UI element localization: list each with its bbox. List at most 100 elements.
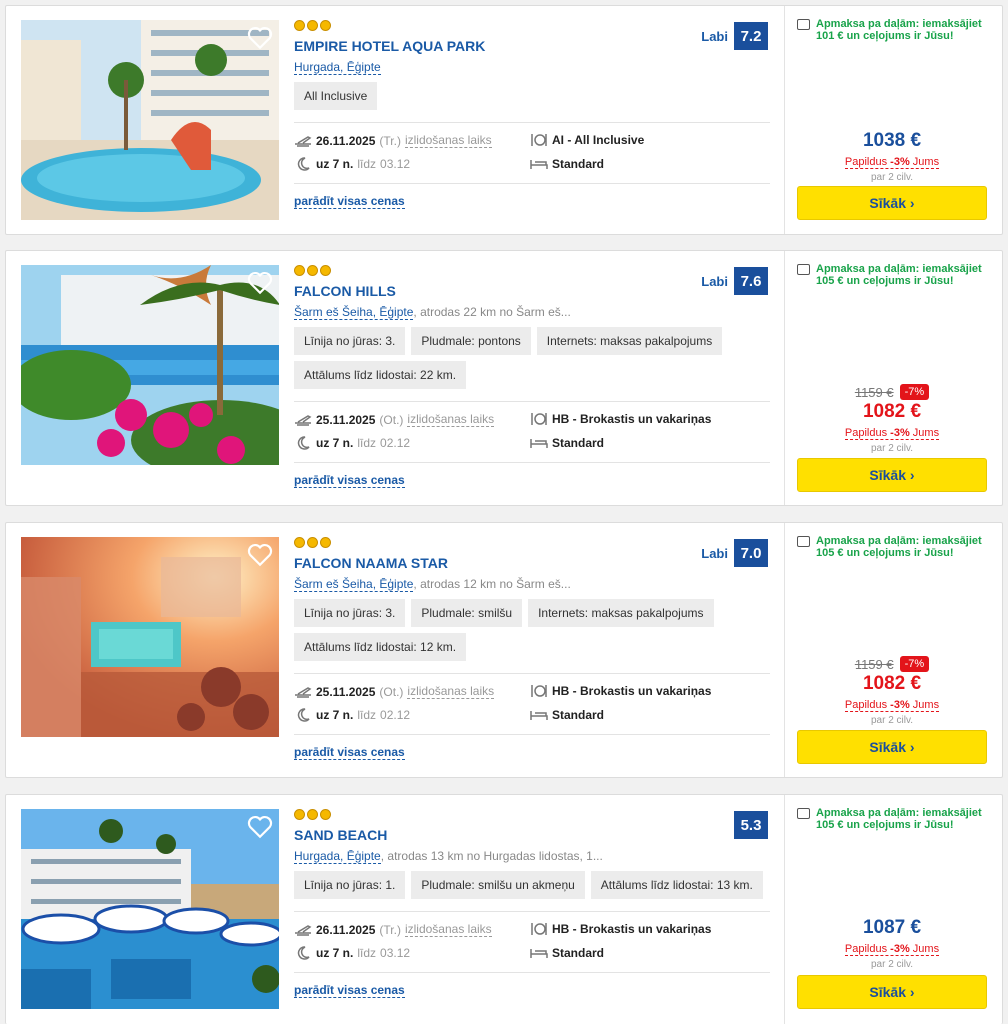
hotel-name[interactable]: EMPIRE HOTEL AQUA PARK — [294, 38, 770, 54]
hotel-location: Hurgada, Ēģipte — [294, 60, 770, 75]
hotel-photo[interactable] — [21, 20, 279, 220]
departure-label[interactable]: izlidošanas laiks — [404, 133, 492, 148]
show-all-prices-link[interactable]: parādīt visas cenas — [294, 473, 405, 488]
departure-label[interactable]: izlidošanas laiks — [407, 412, 495, 427]
room-type: Standard — [552, 708, 605, 722]
location-link[interactable]: Šarm eš Šeiha, Ēģipte — [294, 577, 414, 592]
star-icon — [307, 809, 318, 820]
price: 1087 € — [862, 917, 922, 938]
installment-note: Apmaksa pa daļām: iemaksājiet 105 € un c… — [797, 807, 997, 831]
tag: Attālums līdz lidostai: 13 km. — [590, 871, 763, 899]
rating-label: Labi — [701, 545, 728, 561]
departure-label[interactable]: izlidošanas laiks — [407, 684, 495, 699]
meal-icon — [531, 134, 547, 146]
departure-date: 25.11.2025 — [316, 684, 376, 699]
hotel-location: Hurgada, Ēģipte, atrodas 13 km no Hurgad… — [294, 849, 770, 864]
trip-details: 25.11.2025 (Ot.) izlidošanas laiks uz 7 n.… — [294, 673, 770, 735]
departure-label[interactable]: izlidošanas laiks — [404, 922, 492, 937]
tag-list: All Inclusive — [294, 82, 770, 110]
return-date: 03.12 — [380, 157, 411, 171]
moon-icon — [297, 157, 310, 171]
rating: Labi 7.2 — [701, 22, 768, 50]
rating-label: Labi — [701, 28, 728, 44]
heart-icon[interactable] — [247, 815, 273, 839]
extra-discount[interactable]: Papildus -3% Jums — [844, 943, 940, 956]
moon-icon — [297, 436, 310, 450]
bed-icon — [530, 949, 548, 958]
rating-label: Labi — [701, 273, 728, 289]
details-button[interactable]: Sīkāk › — [797, 975, 987, 1009]
installment-text: Apmaksa pa daļām: iemaksājiet 105 € un c… — [816, 535, 982, 559]
nights: uz 7 n. — [316, 436, 354, 450]
hotel-card: SAND BEACH Hurgada, Ēģipte, atrodas 13 k… — [5, 794, 1003, 1024]
meal-plan: HB - Brokastis un vakariņas — [552, 922, 712, 936]
extra-discount[interactable]: Papildus -3% Jums — [844, 699, 940, 712]
installment-note: Apmaksa pa daļām: iemaksājiet 101 € un c… — [797, 18, 997, 42]
star-icon — [294, 809, 305, 820]
meal-icon — [531, 685, 547, 697]
rating-score: 7.6 — [734, 267, 768, 295]
hotel-name[interactable]: FALCON HILLS — [294, 283, 770, 299]
nights: uz 7 n. — [316, 157, 354, 171]
meal-icon — [531, 923, 547, 935]
location-extra: , atrodas 12 km no Šarm eš... — [413, 577, 571, 591]
show-all-prices-link[interactable]: parādīt visas cenas — [294, 983, 405, 998]
nights: uz 7 n. — [316, 708, 354, 722]
installment-text: Apmaksa pa daļām: iemaksājiet 105 € un c… — [816, 807, 982, 831]
hotel-photo[interactable] — [21, 809, 279, 1009]
heart-icon[interactable] — [247, 543, 273, 567]
tag: Attālums līdz lidostai: 22 km. — [294, 361, 467, 389]
location-link[interactable]: Hurgada, Ēģipte — [294, 849, 381, 864]
star-rating — [294, 20, 770, 34]
room-type: Standard — [552, 436, 605, 450]
wallet-icon — [797, 19, 810, 30]
location-extra: , atrodas 13 km no Hurgadas lidostas, 1.… — [380, 849, 603, 863]
hotel-name[interactable]: FALCON NAAMA STAR — [294, 555, 770, 571]
bed-icon — [530, 439, 548, 448]
discount-badge: -7% — [899, 656, 930, 672]
installment-note: Apmaksa pa daļām: iemaksājiet 105 € un c… — [797, 263, 997, 287]
return-date: 02.12 — [380, 708, 411, 722]
per-people: par 2 cilv. — [870, 959, 914, 970]
departure-weekday: (Ot.) — [379, 684, 404, 699]
tag: Internets: maksas pakalpojums — [536, 327, 723, 355]
rating: Labi 7.0 — [701, 539, 768, 567]
rating-score: 7.0 — [734, 539, 768, 567]
details-button[interactable]: Sīkāk › — [797, 730, 987, 764]
location-link[interactable]: Šarm eš Šeiha, Ēģipte — [294, 305, 414, 320]
show-all-prices-link[interactable]: parādīt visas cenas — [294, 745, 405, 760]
heart-icon[interactable] — [247, 26, 273, 50]
tag: Līnija no jūras: 3. — [294, 327, 406, 355]
star-icon — [294, 20, 305, 31]
star-rating — [294, 809, 770, 823]
wallet-icon — [797, 808, 810, 819]
show-all-prices-link[interactable]: parādīt visas cenas — [294, 194, 405, 209]
heart-icon[interactable] — [247, 271, 273, 295]
tag-list: Līnija no jūras: 3. Pludmale: pontons In… — [294, 327, 770, 389]
star-icon — [320, 809, 331, 820]
details-button[interactable]: Sīkāk › — [797, 186, 987, 220]
tag: Pludmale: pontons — [411, 327, 531, 355]
wallet-icon — [797, 536, 810, 547]
hotel-photo[interactable] — [21, 537, 279, 737]
till-label: līdz — [357, 946, 377, 960]
wallet-icon — [797, 264, 810, 275]
tag: Internets: maksas pakalpojums — [528, 599, 714, 627]
meal-plan: HB - Brokastis un vakariņas — [552, 412, 712, 426]
departure-weekday: (Tr.) — [379, 922, 401, 937]
old-price: 1159 € — [854, 384, 894, 400]
till-label: līdz — [357, 708, 377, 722]
nights: uz 7 n. — [316, 946, 354, 960]
hotel-name[interactable]: SAND BEACH — [294, 827, 770, 843]
details-button[interactable]: Sīkāk › — [797, 458, 987, 492]
moon-icon — [297, 946, 310, 960]
price: 1082 € — [862, 673, 922, 694]
hotel-photo[interactable] — [21, 265, 279, 465]
hotel-card: FALCON NAAMA STAR Šarm eš Šeiha, Ēģipte,… — [5, 522, 1003, 778]
plane-icon — [295, 135, 312, 147]
location-link[interactable]: Hurgada, Ēģipte — [294, 60, 381, 75]
return-date: 03.12 — [380, 946, 411, 960]
extra-discount[interactable]: Papildus -3% Jums — [844, 427, 940, 440]
extra-discount[interactable]: Papildus -3% Jums — [844, 156, 940, 169]
trip-details: 26.11.2025 (Tr.) izlidošanas laiks uz 7 n.… — [294, 122, 770, 184]
